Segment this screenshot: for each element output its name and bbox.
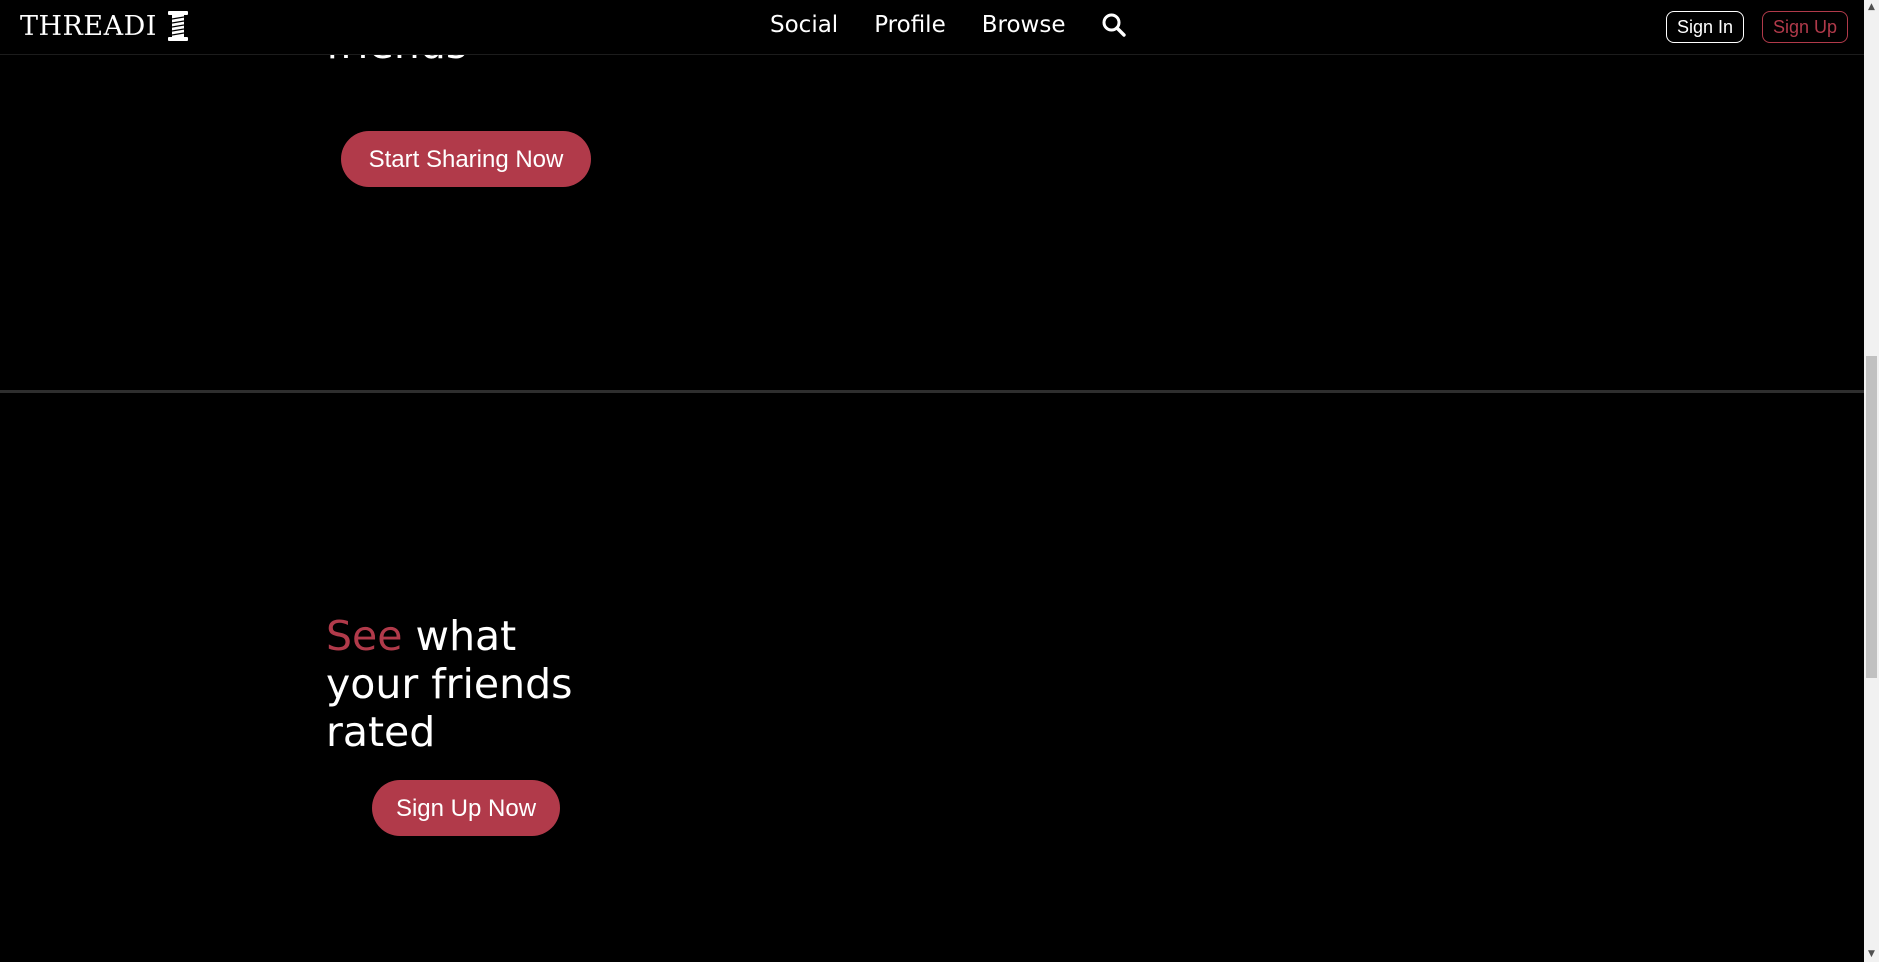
start-sharing-button[interactable]: Start Sharing Now [341, 131, 591, 187]
section-divider [0, 390, 1864, 393]
nav-link-browse[interactable]: Browse [982, 12, 1066, 38]
nav-links: Social Profile Browse [770, 12, 1127, 38]
page: THREADI Social Profile Browse Sign In Si… [0, 0, 1879, 962]
scrollbar-thumb[interactable] [1866, 356, 1877, 678]
vertical-scrollbar[interactable]: ▲ ▼ [1864, 0, 1879, 962]
section2-heading: See what your friends rated [326, 612, 586, 756]
brand-logo[interactable]: THREADI [20, 10, 191, 42]
navbar: THREADI Social Profile Browse Sign In Si… [0, 0, 1864, 55]
sign-in-button[interactable]: Sign In [1666, 11, 1745, 43]
spool-icon [165, 10, 191, 42]
heading-accent-word: See [326, 612, 403, 660]
nav-link-social[interactable]: Social [770, 12, 838, 38]
scroll-up-arrow-icon[interactable]: ▲ [1864, 0, 1879, 15]
brand-name: THREADI [20, 10, 157, 42]
scroll-down-arrow-icon[interactable]: ▼ [1864, 947, 1879, 962]
sign-up-now-button[interactable]: Sign Up Now [372, 780, 560, 836]
sign-up-button[interactable]: Sign Up [1762, 11, 1849, 43]
nav-link-profile[interactable]: Profile [874, 12, 946, 38]
search-icon[interactable] [1101, 12, 1127, 38]
